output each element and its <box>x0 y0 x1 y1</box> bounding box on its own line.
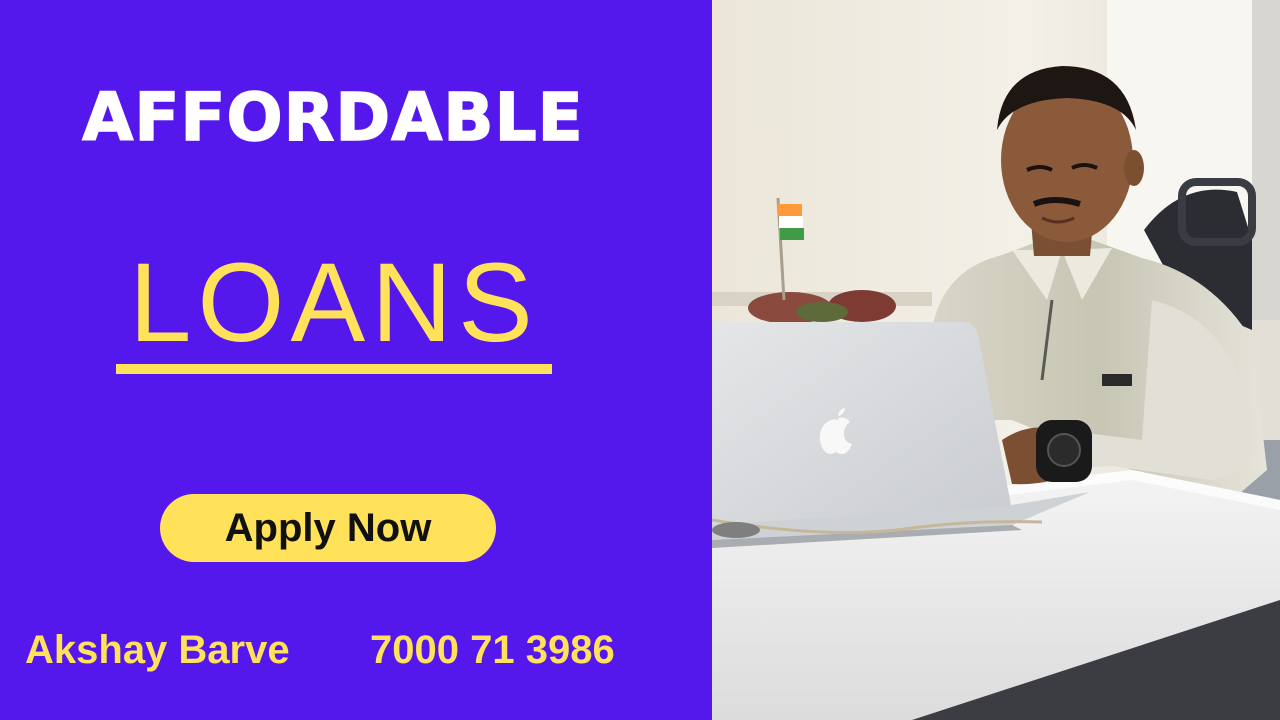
window-frame <box>1252 0 1280 320</box>
headline-underline <box>116 364 552 374</box>
promo-panel: AFFORDABLE LOANS Apply Now Akshay Barve … <box>0 0 712 720</box>
photo-illustration <box>712 0 1280 720</box>
apply-now-button[interactable]: Apply Now <box>160 494 496 562</box>
chest-label <box>1102 374 1132 386</box>
headline-loans: LOANS <box>129 240 539 365</box>
loan-advert-banner: AFFORDABLE LOANS Apply Now Akshay Barve … <box>0 0 1280 720</box>
office-photo <box>712 0 1280 720</box>
contact-phone: 7000 71 3986 <box>370 628 615 672</box>
headline-affordable: AFFORDABLE <box>82 78 584 157</box>
wristwatch-icon <box>1036 420 1092 482</box>
contact-name: Akshay Barve <box>25 628 290 672</box>
keys <box>712 522 760 538</box>
